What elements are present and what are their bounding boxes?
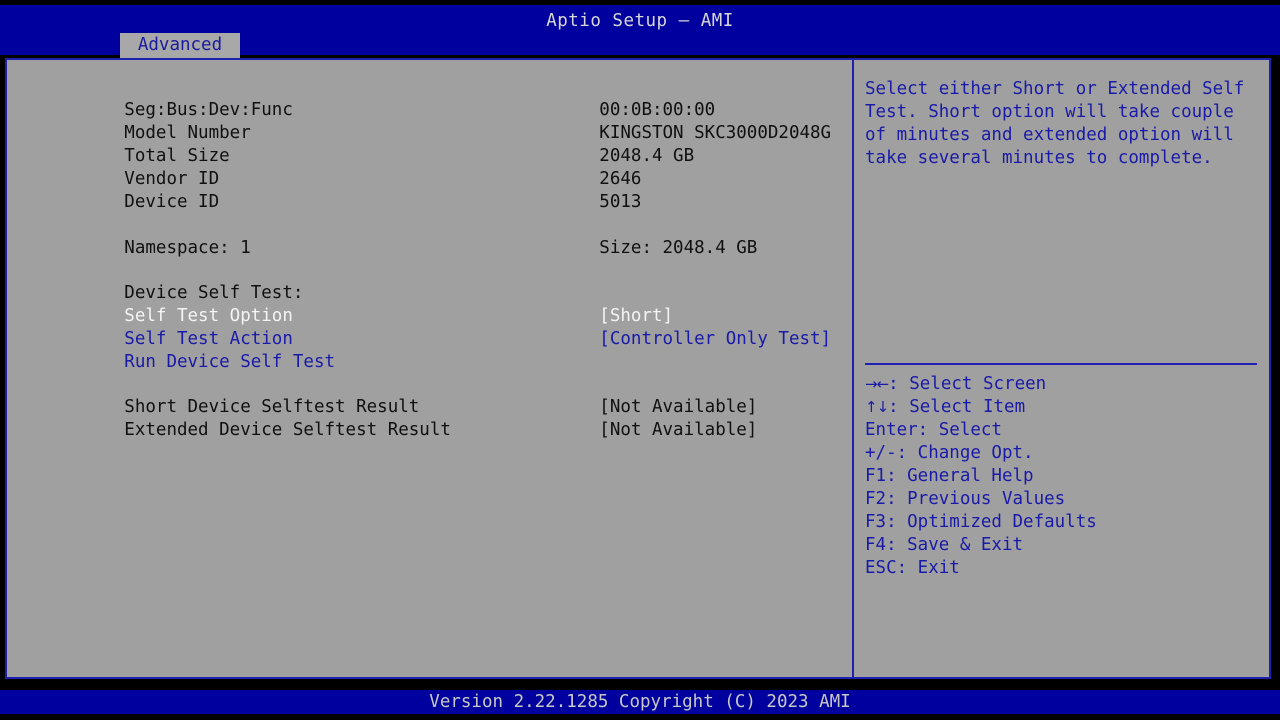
key-legend: →←: Select Screen ↑↓: Select Item Enter:…: [865, 373, 1265, 580]
key-legend-f1: F1: General Help: [865, 466, 1034, 486]
extended-selftest-result-label: Extended Device Selftest Result: [124, 420, 451, 440]
key-legend-esc: ESC: Exit: [865, 558, 960, 578]
extended-selftest-result-row: Extended Device Selftest Result [Not Avai…: [40, 396, 840, 440]
run-device-self-test-action[interactable]: Run Device Self Test: [40, 328, 840, 372]
key-legend-f2: F2: Previous Values: [865, 489, 1066, 509]
key-legend-f3: F3: Optimized Defaults: [865, 512, 1097, 532]
table-row: Seg:Bus:Dev:Func 00:0B:00:00: [40, 76, 840, 120]
help-panel: Select either Short or Extended Self Tes…: [854, 60, 1269, 677]
key-legend-enter: Enter: Select: [865, 420, 1002, 440]
device-id-label: Device ID: [124, 192, 220, 212]
table-row: Vendor ID 2646: [40, 145, 840, 189]
main-frame: Seg:Bus:Dev:Func 00:0B:00:00 Model Number…: [5, 58, 1271, 679]
help-separator: [865, 363, 1257, 365]
key-legend-select-item: ↑↓: Select Item: [865, 396, 1265, 419]
namespace-size-value: Size: 2048.4 GB: [599, 238, 758, 258]
table-row: Total Size 2048.4 GB: [40, 122, 840, 166]
help-text: Select either Short or Extended Self Tes…: [865, 79, 1255, 168]
title-bar: Aptio Setup – AMI Advanced: [0, 5, 1280, 58]
namespace-label: Namespace: 1: [124, 238, 251, 258]
key-legend-select-screen-label: : Select Screen: [888, 374, 1047, 394]
table-row: Device ID 5013: [40, 168, 840, 212]
namespace-row: Namespace: 1 Size: 2048.4 GB: [40, 214, 840, 258]
version-copyright-text: Version 2.22.1285 Copyright (C) 2023 AMI: [429, 692, 851, 712]
key-legend-change-opt: +/-: Change Opt.: [865, 443, 1034, 463]
settings-panel: Seg:Bus:Dev:Func 00:0B:00:00 Model Number…: [7, 60, 852, 677]
extended-selftest-result-value: [Not Available]: [599, 420, 758, 440]
device-id-value: 5013: [599, 192, 642, 212]
up-down-arrow-icon: ↑↓: [865, 398, 889, 416]
bios-setup-screen: Aptio Setup – AMI Advanced Seg:Bus:Dev:F…: [0, 0, 1280, 720]
setting-row-self-test-option[interactable]: Self Test Option [Short]: [40, 282, 840, 326]
page-title: Aptio Setup – AMI: [546, 11, 734, 31]
footer-bar: Version 2.22.1285 Copyright (C) 2023 AMI: [0, 690, 1280, 714]
section-heading: Device Self Test:: [40, 259, 840, 303]
key-legend-select-item-label: : Select Item: [888, 397, 1026, 417]
left-right-arrow-icon: →←: [865, 375, 889, 393]
key-legend-f4: F4: Save & Exit: [865, 535, 1024, 555]
setting-row-self-test-action[interactable]: Self Test Action [Controller Only Test]: [40, 305, 840, 349]
key-legend-select-screen: →←: Select Screen: [865, 373, 1265, 396]
short-selftest-result-row: Short Device Selftest Result [Not Availab…: [40, 373, 840, 417]
run-device-self-test-label[interactable]: Run Device Self Test: [124, 351, 599, 374]
table-row: Model Number KINGSTON SKC3000D2048G: [40, 99, 840, 143]
tab-advanced[interactable]: Advanced: [120, 33, 240, 58]
